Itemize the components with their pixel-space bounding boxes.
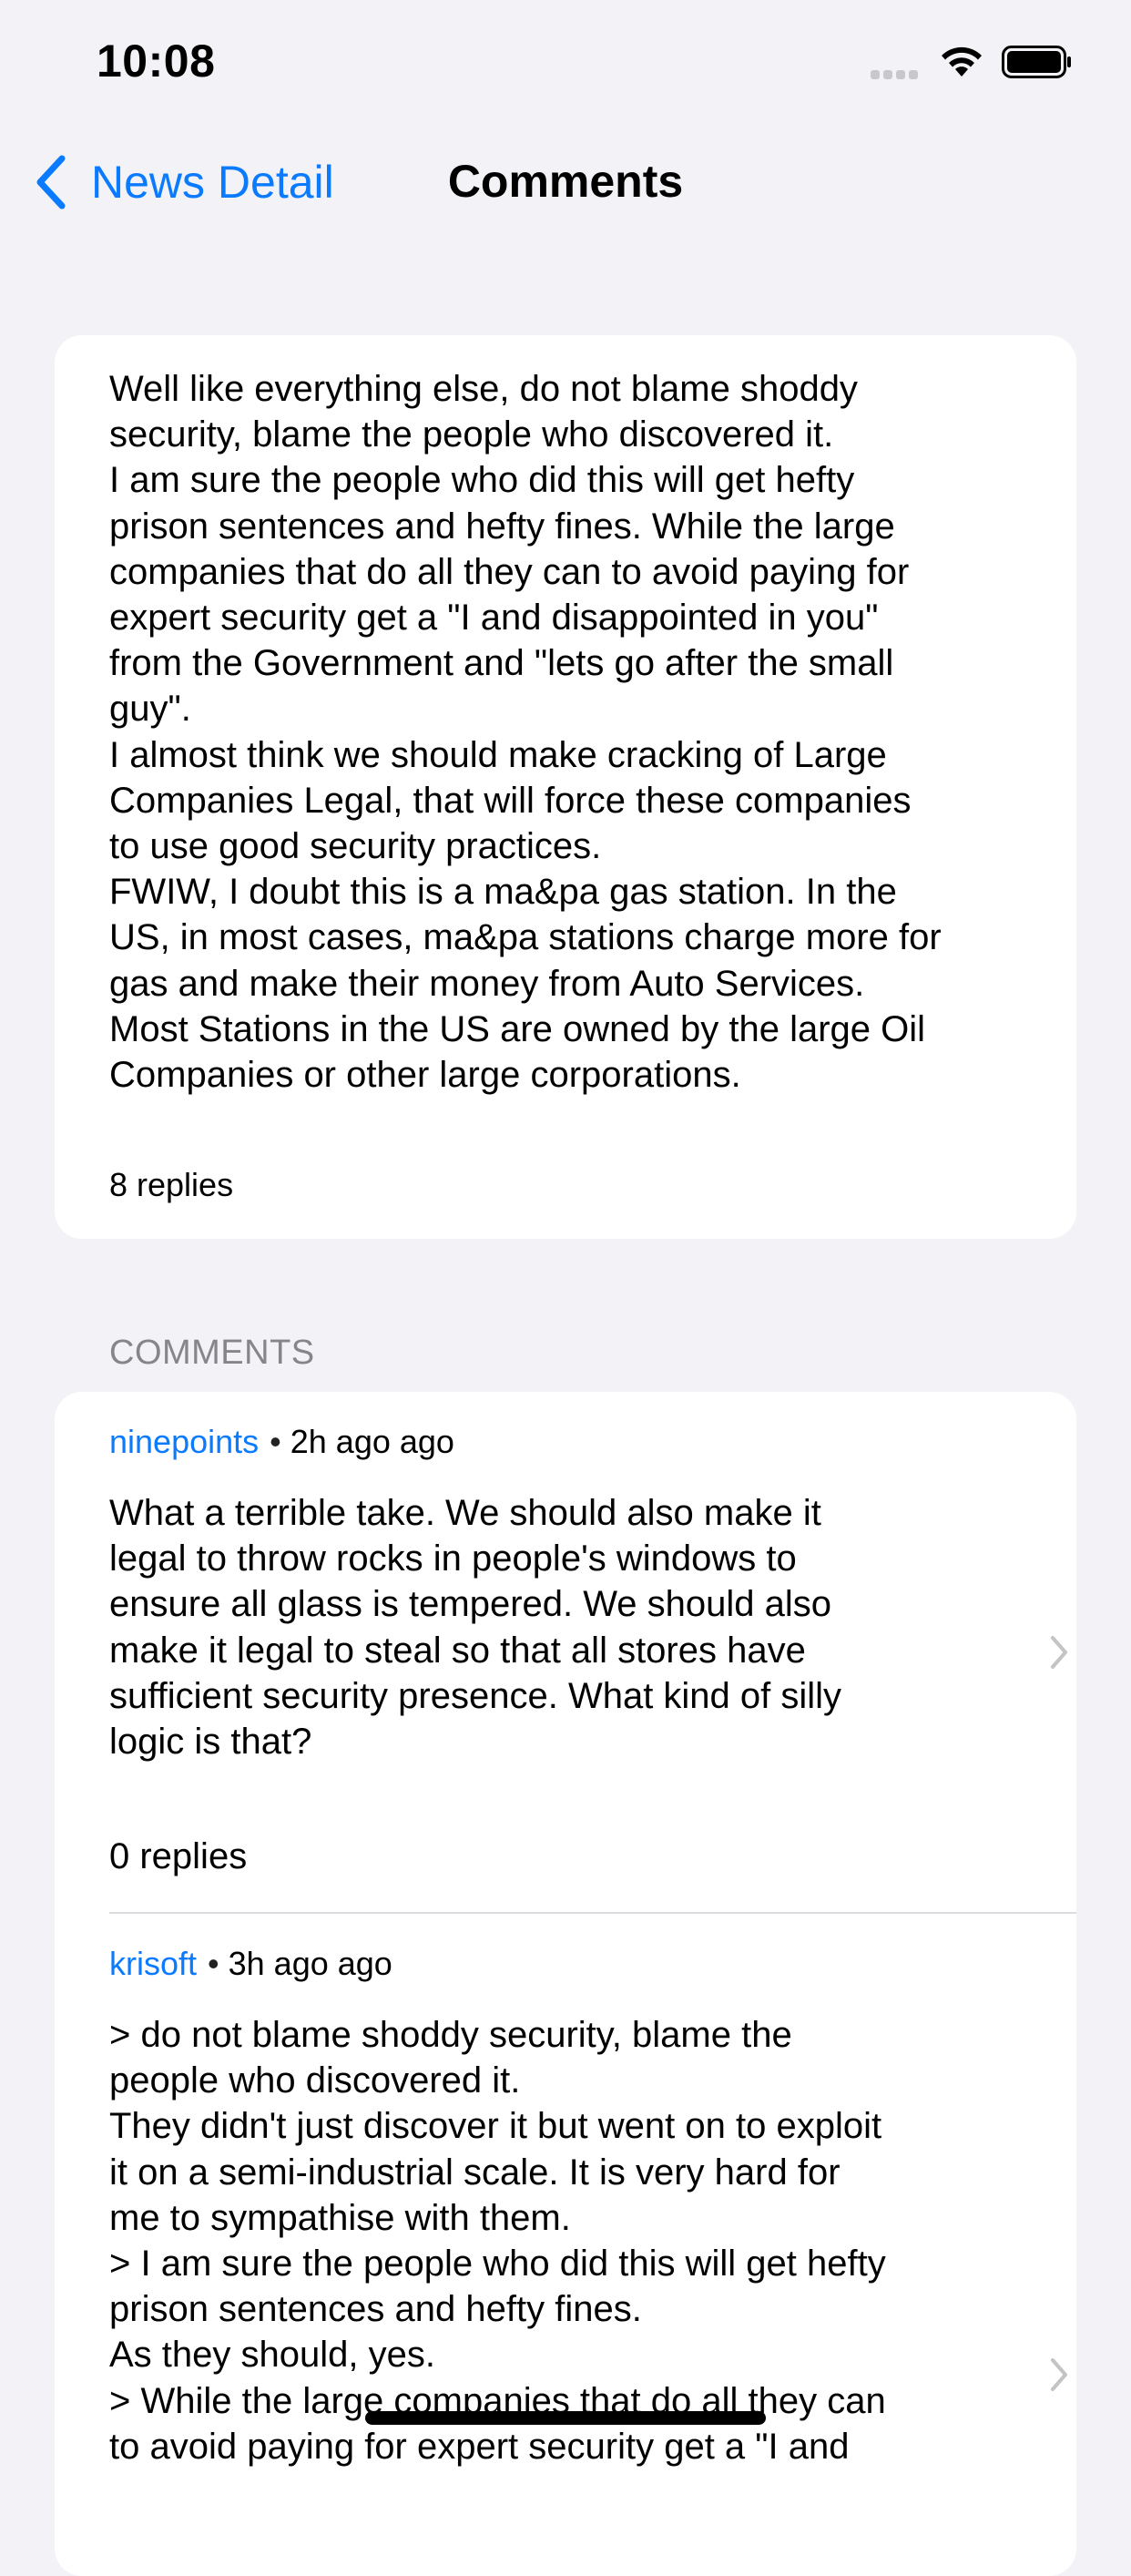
comment-body: > do not blame shoddy security, blame th…	[109, 2015, 886, 2467]
battery-icon	[1002, 46, 1071, 78]
chevron-right-icon	[1051, 2358, 1067, 2391]
comment-author-link[interactable]: ninepoints	[109, 1423, 259, 1460]
main-comment-replies-count: 8 replies	[109, 1166, 234, 1203]
comment-time: 3h ago ago	[228, 1945, 392, 1982]
comment-body: What a terrible take. We should also mak…	[109, 1493, 842, 1763]
wifi-icon	[942, 46, 982, 77]
meta-separator: •	[208, 1945, 219, 1982]
chevron-right-icon	[1051, 1636, 1067, 1669]
comments-section-header: COMMENTS	[109, 1334, 315, 1372]
comment-meta: krisoft • 3h ago ago	[109, 1945, 392, 1983]
comment-list-item[interactable]: ninepoints • 2h ago ago What a terrible ta…	[109, 1392, 1076, 1913]
comment-meta: ninepoints • 2h ago ago	[109, 1423, 454, 1461]
page-title: Comments	[447, 156, 684, 207]
cellular-signal-icon	[871, 67, 922, 79]
status-time: 10:08	[97, 36, 216, 87]
main-comment-text: Well like everything else, do not blame …	[109, 369, 942, 1096]
main-comment-card: Well like everything else, do not blame …	[55, 335, 1076, 1239]
comment-replies-count: 0 replies	[109, 1836, 248, 1876]
comment-time: 2h ago ago	[290, 1423, 454, 1460]
navigation-bar: News Detail Comments	[0, 128, 1131, 237]
status-bar: 10:08	[0, 0, 1131, 118]
home-indicator[interactable]	[365, 2411, 766, 2425]
meta-separator: •	[270, 1423, 281, 1460]
comment-list-item[interactable]: krisoft • 3h ago ago > do not blame shoddy…	[109, 1914, 1076, 2576]
comments-list: ninepoints • 2h ago ago What a terrible ta…	[55, 1392, 1076, 2576]
comment-author-link[interactable]: krisoft	[109, 1945, 197, 1982]
